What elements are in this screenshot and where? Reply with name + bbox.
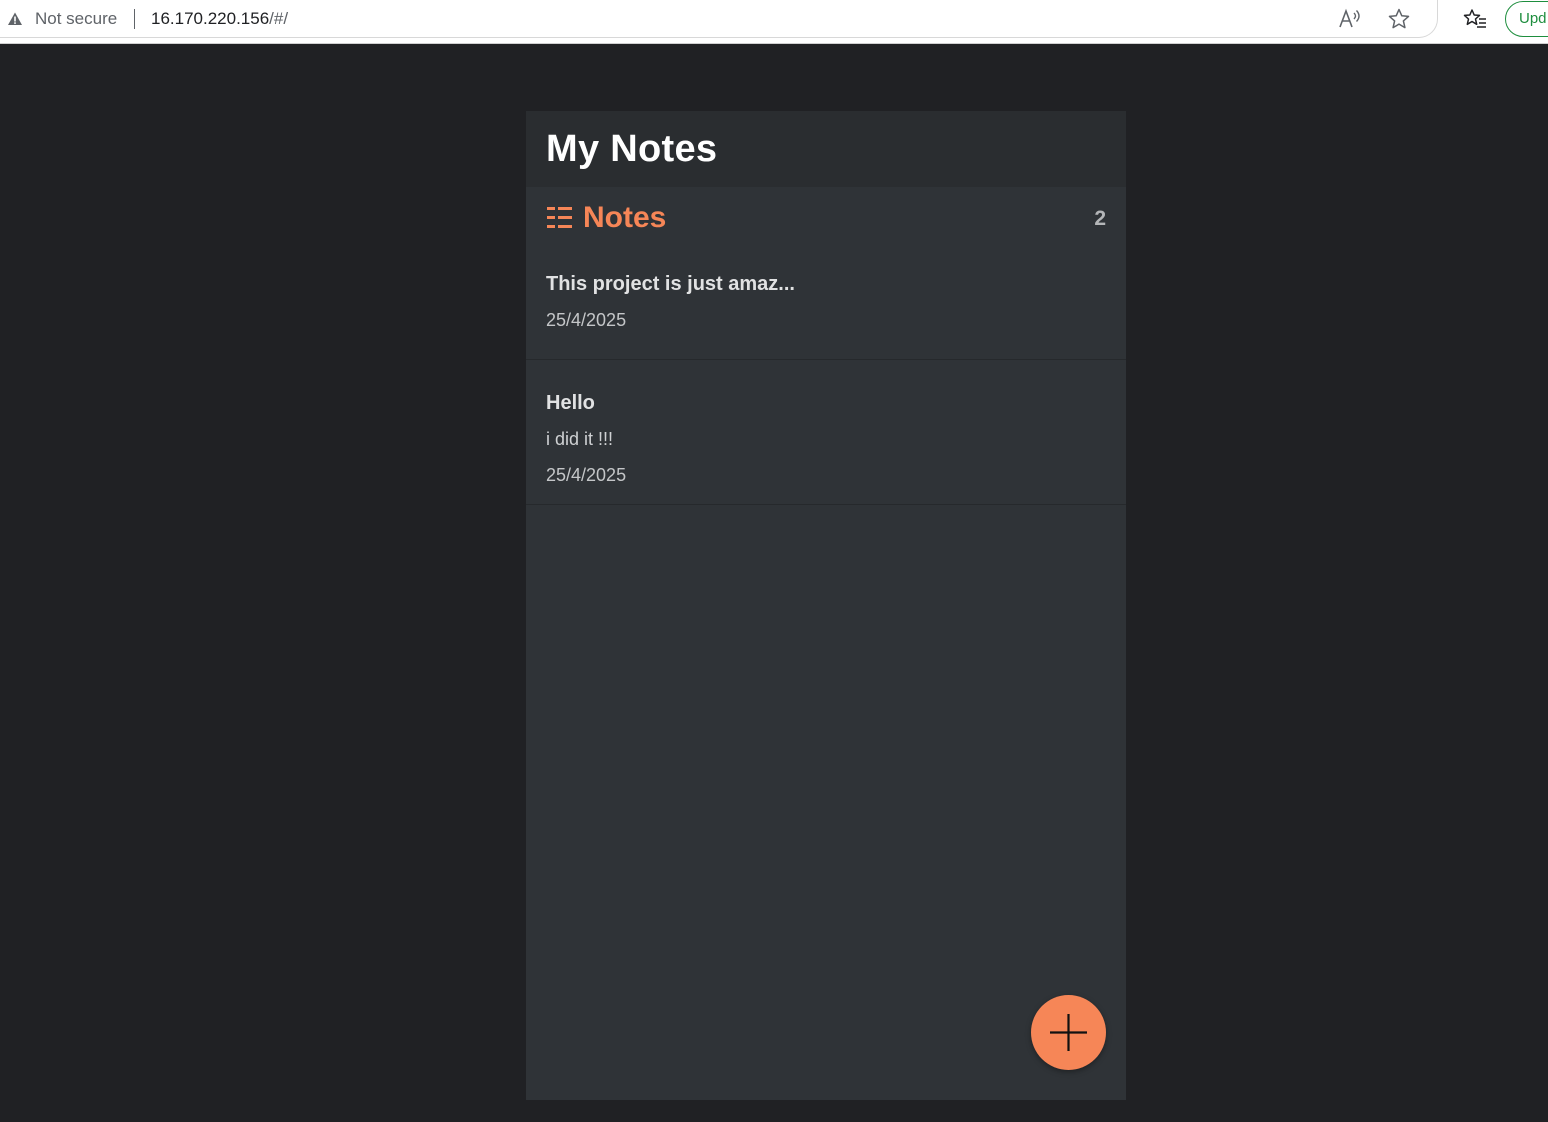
favorites-icon[interactable] [1462, 7, 1488, 31]
url-host: 16.170.220.156 [151, 9, 270, 28]
star-icon[interactable] [1387, 7, 1411, 31]
browser-toolbar: Not secure 16.170.220.156/#/ Upd [0, 0, 1548, 44]
list-icon [547, 207, 572, 228]
note-date: 25/4/2025 [546, 310, 627, 330]
app-header: My Notes [526, 111, 1126, 187]
plus-icon [1050, 1014, 1087, 1051]
warning-icon[interactable] [7, 11, 23, 27]
url-text[interactable]: 16.170.220.156/#/ [151, 9, 288, 29]
note-list-item[interactable]: Hello i did it !!! 25/4/2025 [526, 360, 1126, 505]
notes-section-title: Notes [583, 201, 667, 234]
notes-count: 2 [1094, 207, 1106, 230]
url-path: /#/ [269, 9, 289, 28]
note-title: Hello [546, 392, 595, 414]
page-title: My Notes [546, 128, 718, 170]
note-date: 25/4/2025 [546, 465, 627, 485]
notes-section-header: Notes 2 [526, 187, 1126, 249]
note-title: This project is just amaz... [546, 273, 795, 295]
address-bar[interactable]: Not secure 16.170.220.156/#/ [0, 0, 1438, 38]
security-status[interactable]: Not secure [35, 9, 117, 29]
read-aloud-icon[interactable] [1337, 7, 1363, 31]
url-divider [134, 9, 135, 29]
note-list-item[interactable]: This project is just amaz... 25/4/2025 [526, 249, 1126, 360]
note-preview: i did it !!! [546, 429, 614, 449]
notes-app: My Notes Notes 2 This project is just am… [526, 111, 1126, 1100]
add-note-button[interactable] [1031, 995, 1106, 1070]
update-button[interactable]: Upd [1505, 1, 1548, 37]
